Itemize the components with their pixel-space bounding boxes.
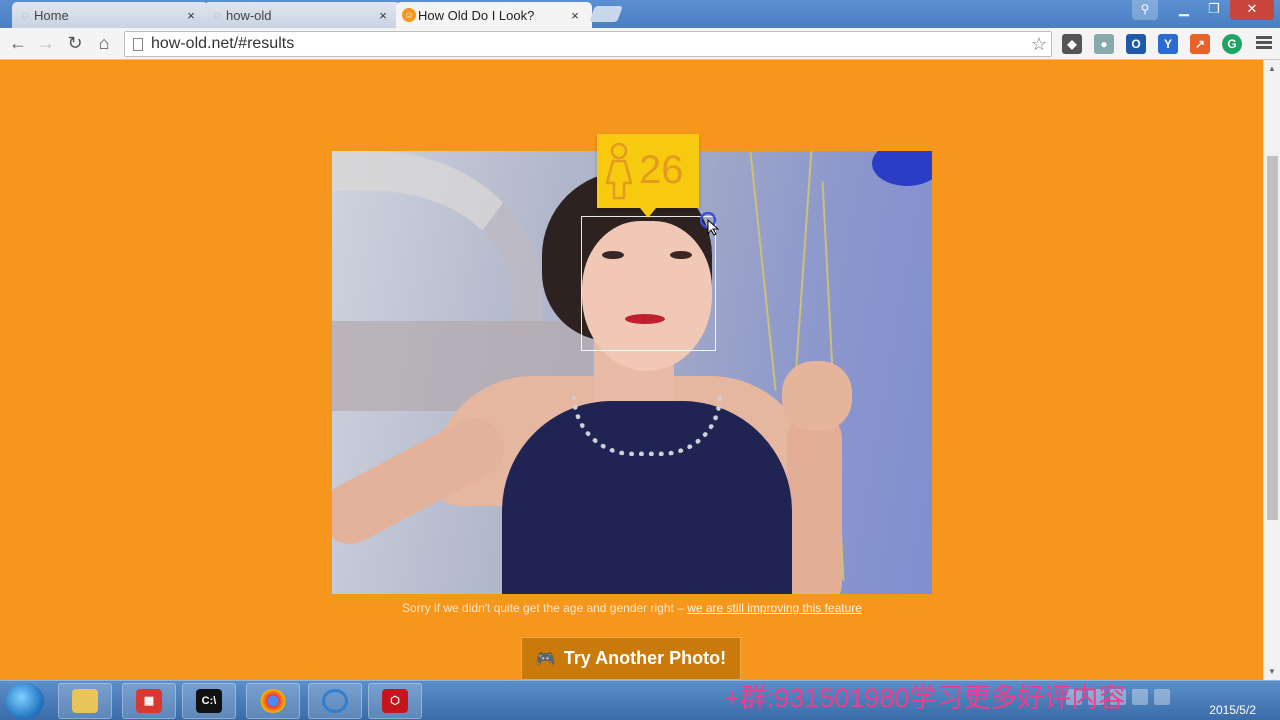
taskbar-command-prompt[interactable]: C:\: [182, 683, 236, 719]
tab-title: Home: [34, 7, 69, 23]
disclaimer-text: Sorry if we didn't quite get the age and…: [332, 601, 932, 615]
extension-people-icon[interactable]: ●: [1094, 34, 1114, 54]
age-gender-badge: 26: [597, 134, 699, 218]
address-bar[interactable]: how-old.net/#results ☆: [124, 31, 1052, 57]
chrome-menu-icon[interactable]: [1254, 34, 1274, 54]
terminal-icon: C:\: [196, 689, 222, 713]
extension-chart-icon[interactable]: ↗: [1190, 34, 1210, 54]
scrollbar-thumb[interactable]: [1267, 156, 1278, 520]
circle-app-icon: [322, 689, 348, 713]
balloon: [872, 151, 932, 186]
game-controller-icon: 🎮: [535, 650, 556, 668]
page-icon: [133, 37, 143, 51]
close-icon[interactable]: ×: [376, 8, 390, 23]
minimize-icon[interactable]: ▁: [1170, 0, 1198, 20]
try-button-label: Try Another Photo!: [563, 648, 727, 668]
scroll-up-icon[interactable]: ▲: [1268, 64, 1276, 73]
close-window-icon[interactable]: ✕: [1230, 0, 1274, 20]
female-icon: [605, 142, 633, 200]
close-icon[interactable]: ×: [568, 8, 582, 23]
right-hand: [782, 361, 852, 431]
age-value: 26: [639, 148, 684, 192]
grid-icon: ▦: [136, 689, 162, 713]
right-arm: [787, 411, 842, 594]
watermark-text: +群:931501980学习更多好评内容: [724, 683, 1126, 713]
scroll-down-icon[interactable]: ▼: [1268, 667, 1276, 676]
tab-title: How Old Do I Look?: [418, 7, 535, 23]
face-detection-box: [581, 216, 716, 351]
new-tab-button[interactable]: [589, 6, 623, 22]
tab-title: how-old: [226, 7, 272, 23]
page-icon: ◌: [21, 8, 29, 22]
disclaimer-sentence: Sorry if we didn't quite get the age and…: [402, 601, 688, 615]
bookmark-star-icon[interactable]: ☆: [1027, 34, 1051, 55]
tab-strip: ◌ Home × ◌ how-old × ☺ How Old Do I Look…: [0, 0, 1280, 28]
pdf-icon: ⬡: [382, 689, 408, 713]
profile-icon[interactable]: ⚲: [1132, 0, 1158, 20]
taskbar-apps[interactable]: ▦: [122, 683, 176, 719]
mouse-cursor-icon: [700, 212, 720, 236]
tab-home[interactable]: ◌ Home ×: [12, 2, 208, 28]
taskbar-file-explorer[interactable]: [58, 683, 112, 719]
page-icon: ◌: [213, 8, 221, 22]
tab-how-old-do-i-look[interactable]: ☺ How Old Do I Look? ×: [396, 2, 592, 28]
forward-arrow-icon[interactable]: →: [34, 32, 58, 56]
vertical-scrollbar[interactable]: ▲ ▼: [1263, 60, 1280, 680]
close-icon[interactable]: ×: [184, 8, 198, 23]
clock: 2015/5/2: [1209, 703, 1256, 717]
tab-how-old[interactable]: ◌ how-old ×: [204, 2, 400, 28]
start-button[interactable]: [6, 683, 44, 719]
extension-outlook-icon[interactable]: O: [1126, 34, 1146, 54]
try-another-photo-button[interactable]: 🎮 Try Another Photo!: [521, 637, 741, 680]
extension-y-icon[interactable]: Y: [1158, 34, 1178, 54]
ribbon: [793, 151, 813, 391]
folder-icon: [72, 689, 98, 713]
improving-feature-link[interactable]: we are still improving this feature: [687, 601, 862, 615]
maximize-icon[interactable]: ❐: [1200, 0, 1228, 20]
ribbon: [749, 151, 777, 391]
window-controls: ⚲ ▁ ❐ ✕: [1130, 0, 1274, 20]
background-arch: [332, 151, 542, 331]
browser-toolbar: ← → ↻ ⌂ how-old.net/#results ☆ ◆ ● O Y ↗…: [0, 28, 1280, 60]
home-icon[interactable]: ⌂: [92, 32, 116, 56]
back-arrow-icon[interactable]: ←: [6, 32, 30, 56]
reload-icon[interactable]: ↻: [63, 32, 87, 56]
taskbar-acrobat[interactable]: ⬡: [368, 683, 422, 719]
extension-grammarly-icon[interactable]: G: [1222, 34, 1242, 54]
chrome-icon: [260, 689, 286, 713]
taskbar-app-circle[interactable]: [308, 683, 362, 719]
how-old-favicon-icon: ☺: [402, 8, 416, 22]
extension-shield-icon[interactable]: ◆: [1062, 34, 1082, 54]
taskbar-chrome[interactable]: [246, 683, 300, 719]
url-text: how-old.net/#results: [151, 35, 295, 52]
